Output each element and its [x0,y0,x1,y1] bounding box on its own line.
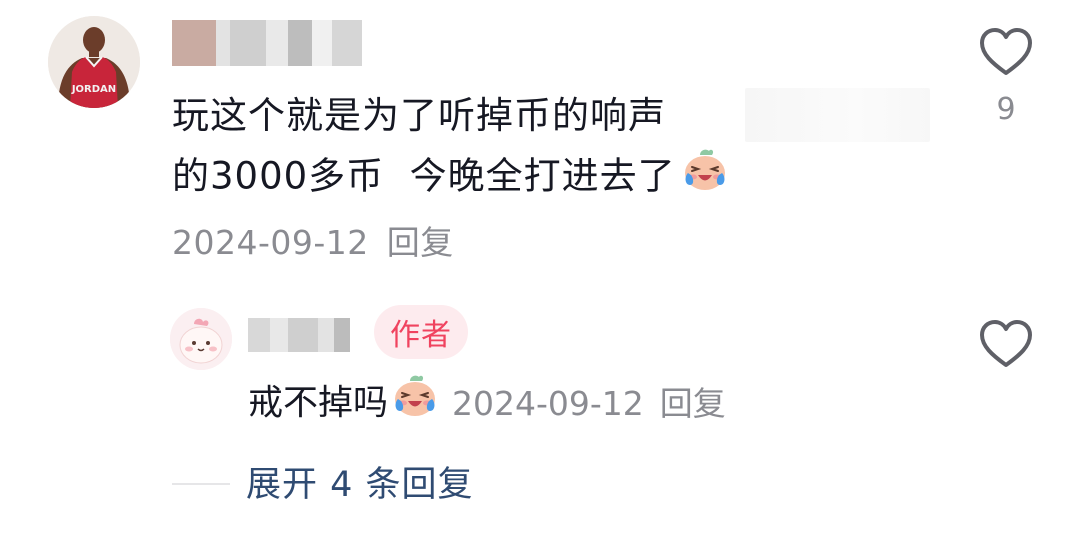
author-avatar[interactable] [170,308,232,370]
comment-meta: 2024-09-12 回复 [172,216,454,264]
crying-laughing-emoji-icon [682,146,728,210]
comment-like[interactable]: 9 [973,26,1039,127]
commenter-avatar[interactable]: JORDAN [48,16,140,108]
comment-text-line1: 玩这个就是为了听掉币的响声 [172,94,666,137]
reply-date: 2024-09-12 [452,383,644,423]
reply-meta: 2024-09-12 回复 [452,384,726,423]
heart-outline-icon[interactable] [978,28,1034,82]
author-badge: 作者 [374,305,468,359]
reply-content: 戒不掉吗 2024-09-12 回复 [248,372,726,437]
crying-laughing-emoji-icon [392,372,438,437]
reply-text: 戒不掉吗 [248,383,389,424]
reply-like[interactable] [973,318,1039,374]
like-count: 9 [996,92,1016,127]
comment-text: 玩这个就是为了听掉币的响声 的3000多币 今晚全打进去了 [172,86,732,210]
comment-text-line2: 的3000多币 今晚全打进去了 [172,146,732,210]
commenter-username-redacted[interactable] [172,20,362,66]
comment-date: 2024-09-12 [172,223,369,262]
reply-reply-button[interactable]: 回复 [660,384,726,423]
expand-divider [172,483,230,485]
avatar-jersey-text: JORDAN [71,84,116,95]
comment-text-line2-content: 的3000多币 今晚全打进去了 [172,154,676,198]
heart-outline-icon[interactable] [978,320,1034,374]
comment-reply-button[interactable]: 回复 [387,223,454,262]
expand-replies-button[interactable]: 展开 4 条回复 [246,455,474,515]
redacted-text-block [745,88,930,142]
author-username-redacted[interactable] [248,318,350,352]
